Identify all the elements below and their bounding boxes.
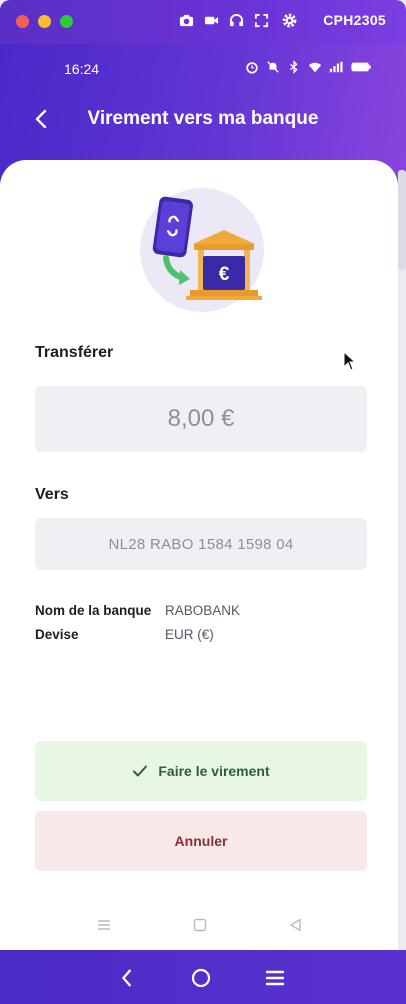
alarm-icon (246, 62, 258, 74)
video-icon[interactable] (203, 12, 220, 29)
bank-name-value: RABOBANK (165, 603, 241, 618)
mouse-cursor-icon (343, 351, 357, 371)
emulator-controls-bar (0, 950, 406, 1004)
camera-icon[interactable] (178, 12, 195, 29)
confirm-transfer-label: Faire le virement (158, 763, 270, 779)
cancel-button[interactable]: Annuler (35, 811, 367, 871)
confirm-transfer-button[interactable]: Faire le virement (35, 741, 367, 801)
iban-field[interactable]: NL28 RABO 1584 1598 04 (35, 518, 367, 570)
iban-value: NL28 RABO 1584 1598 04 (108, 535, 294, 553)
amount-field[interactable]: 8,00 € (35, 386, 367, 452)
bank-transfer-illustration: € (138, 186, 266, 314)
bank-name-key: Nom de la banque (35, 603, 152, 618)
chevron-left-icon (122, 969, 131, 987)
emulator-menu-button[interactable] (262, 965, 288, 991)
menu-icon (98, 920, 110, 930)
android-back-button[interactable] (286, 915, 306, 935)
currency-value: EUR (€) (165, 627, 214, 642)
status-icons (245, 60, 372, 74)
window-titlebar: CPH2305 (0, 0, 406, 44)
signal-icon (329, 61, 343, 73)
scrollbar[interactable] (398, 170, 406, 270)
maximize-window-button[interactable] (60, 15, 73, 28)
android-home-button[interactable] (190, 915, 210, 935)
android-menu-button[interactable] (94, 915, 114, 935)
status-time: 16:24 (64, 61, 100, 77)
currency-key: Devise (35, 627, 79, 642)
close-window-button[interactable] (16, 15, 29, 28)
circle-icon (191, 968, 211, 988)
emulator-home-button[interactable] (188, 965, 214, 991)
wifi-icon (308, 62, 322, 73)
page-title: Virement vers ma banque (87, 108, 319, 129)
minimize-window-button[interactable] (38, 15, 51, 28)
svg-text:€: € (219, 264, 230, 285)
mute-icon (267, 61, 279, 73)
transfer-label: Transférer (35, 344, 114, 361)
destination-label: Vers (35, 486, 69, 503)
checkmark-icon (133, 765, 148, 777)
triangle-back-icon (290, 918, 301, 932)
amount-value: 8,00 € (167, 405, 235, 432)
square-icon (193, 918, 207, 932)
battery-icon (351, 62, 371, 72)
gear-icon[interactable] (281, 12, 298, 29)
device-name: CPH2305 (323, 12, 386, 28)
headphones-icon[interactable] (228, 12, 245, 29)
cancel-label: Annuler (174, 833, 228, 849)
bluetooth-icon (290, 60, 298, 74)
fullscreen-icon[interactable] (253, 12, 270, 29)
emulator-back-button[interactable] (114, 965, 140, 991)
hamburger-icon (265, 970, 285, 986)
